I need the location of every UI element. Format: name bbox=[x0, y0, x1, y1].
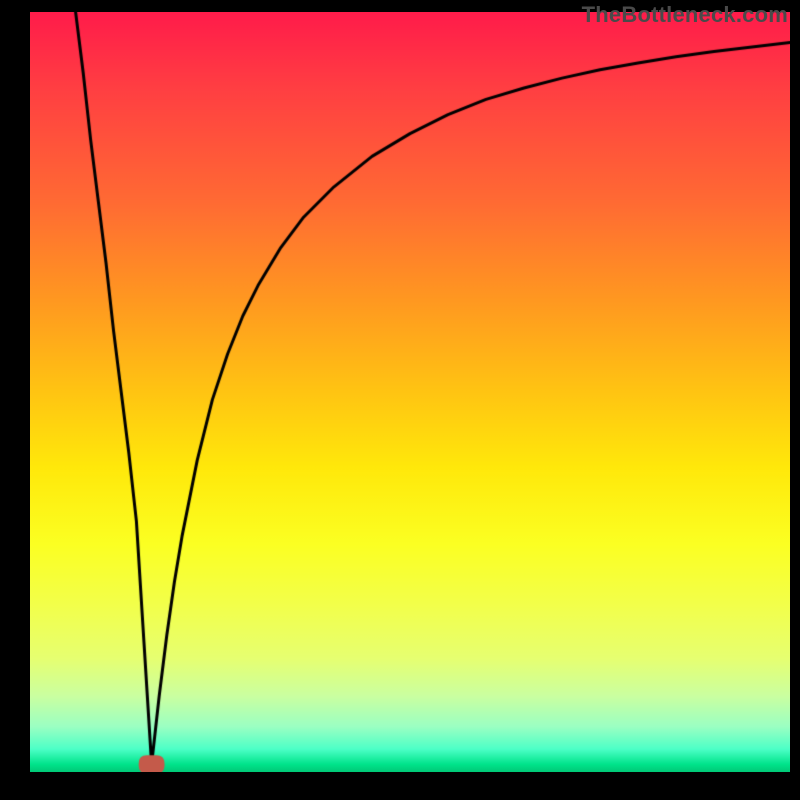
watermark-text: TheBottleneck.com bbox=[582, 2, 788, 28]
bottleneck-curve-canvas bbox=[30, 12, 790, 772]
chart-frame: TheBottleneck.com bbox=[0, 0, 800, 800]
plot-area bbox=[30, 12, 790, 772]
